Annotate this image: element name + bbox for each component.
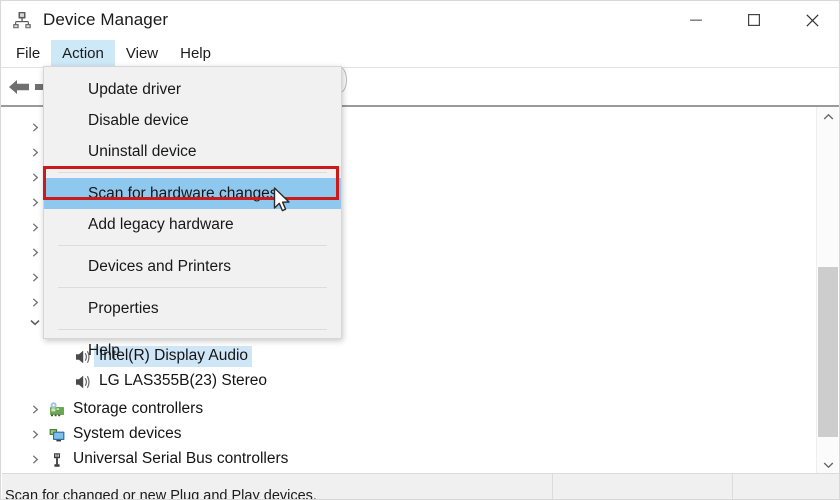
menu-item-disable-device[interactable]: Disable device xyxy=(44,105,341,136)
menubar-item-view[interactable]: View xyxy=(115,40,169,66)
speaker-icon xyxy=(72,371,94,393)
scrollbar-thumb[interactable] xyxy=(818,267,838,437)
menubar-item-file[interactable]: File xyxy=(5,40,51,66)
menu-separator xyxy=(58,245,327,246)
minimize-button[interactable] xyxy=(667,1,725,39)
tree-row[interactable]: System devices xyxy=(24,422,186,447)
status-bar: Scan for changed or new Plug and Play de… xyxy=(2,473,839,500)
back-arrow-icon[interactable] xyxy=(5,75,33,99)
tree-item-label: System devices xyxy=(73,425,182,442)
menu-item-update-driver[interactable]: Update driver xyxy=(44,74,341,105)
menubar-item-help[interactable]: Help xyxy=(169,40,222,66)
tree-item-label: LG LAS355B(23) Stereo xyxy=(99,372,268,389)
chevron-right-icon[interactable] xyxy=(24,447,46,472)
menu-separator xyxy=(58,172,327,173)
device-manager-window: Device Manager File Action View Help Int… xyxy=(0,0,840,500)
menu-item-scan-for-hardware-changes[interactable]: Scan for hardware changes xyxy=(44,178,341,209)
status-cell-2 xyxy=(732,474,839,499)
system-device-icon xyxy=(46,424,68,446)
menu-separator xyxy=(58,287,327,288)
menu-bar: File Action View Help xyxy=(1,39,839,67)
maximize-button[interactable] xyxy=(725,1,783,39)
title-bar: Device Manager xyxy=(1,1,839,39)
menu-separator xyxy=(58,329,327,330)
tree-item-label: Universal Serial Bus controllers xyxy=(73,450,289,467)
close-button[interactable] xyxy=(783,1,839,39)
menu-item-help[interactable]: Help xyxy=(44,335,341,366)
menu-item-uninstall-device[interactable]: Uninstall device xyxy=(44,136,341,167)
menu-item-properties[interactable]: Properties xyxy=(44,293,341,324)
status-text: Scan for changed or new Plug and Play de… xyxy=(5,487,317,500)
tree-row[interactable]: LG LAS355B(23) Stereo xyxy=(72,369,271,394)
usb-icon xyxy=(46,449,68,471)
status-cell-1 xyxy=(552,474,732,499)
menubar-item-action[interactable]: Action xyxy=(51,40,115,66)
scroll-down-icon[interactable] xyxy=(817,455,839,475)
action-dropdown-menu: Update driver Disable device Uninstall d… xyxy=(43,66,342,359)
menu-item-devices-and-printers[interactable]: Devices and Printers xyxy=(44,251,341,282)
chevron-right-icon[interactable] xyxy=(24,397,46,422)
menu-item-add-legacy-hardware[interactable]: Add legacy hardware xyxy=(44,209,341,240)
storage-controller-icon xyxy=(46,399,68,421)
tree-row[interactable]: Storage controllers xyxy=(24,397,207,422)
window-title: Device Manager xyxy=(43,10,169,29)
menu-top-padding xyxy=(44,67,341,74)
tree-item-label: Storage controllers xyxy=(73,400,204,417)
tree-row[interactable]: Universal Serial Bus controllers xyxy=(24,447,292,472)
chevron-right-icon[interactable] xyxy=(24,422,46,447)
vertical-scrollbar[interactable] xyxy=(816,107,838,475)
scroll-up-icon[interactable] xyxy=(817,107,839,127)
window-controls xyxy=(667,1,839,39)
menu-bottom-padding xyxy=(44,366,341,372)
device-manager-icon xyxy=(11,9,33,31)
